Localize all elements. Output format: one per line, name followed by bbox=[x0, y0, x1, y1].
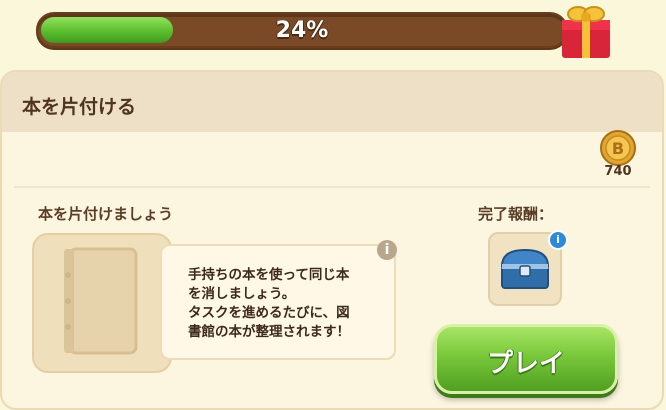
book-icon bbox=[64, 247, 138, 355]
description-line: を消しましょう。 bbox=[188, 286, 296, 302]
description-line: 手持ちの本を使って同じ本 bbox=[188, 267, 350, 283]
description-text: 手持ちの本を使って同じ本 を消しましょう。 タスクを進めるたびに、図 書館の本が… bbox=[188, 266, 388, 342]
divider bbox=[14, 186, 650, 188]
play-button[interactable]: プレイ bbox=[434, 324, 618, 394]
panel-title: 本を片付ける bbox=[22, 96, 137, 118]
coin-count: 740 bbox=[604, 164, 632, 179]
gift-icon[interactable] bbox=[552, 0, 620, 60]
coin-icon: B bbox=[598, 128, 638, 168]
svg-text:B: B bbox=[612, 139, 624, 158]
reward-label: 完了報酬： bbox=[478, 205, 554, 223]
play-button-label: プレイ bbox=[486, 349, 565, 379]
progress-percent-label: 24% bbox=[275, 18, 329, 43]
info-icon[interactable]: i bbox=[377, 240, 397, 260]
task-label: 本を片付けましょう bbox=[38, 205, 174, 223]
reward-info-icon[interactable]: i bbox=[548, 230, 568, 250]
description-line: 書館の本が整理されます！ bbox=[188, 324, 350, 340]
progress-bar: 24% bbox=[36, 12, 568, 48]
book-icon-box bbox=[32, 233, 172, 373]
description-line: タスクを進めるたびに、図 bbox=[188, 305, 350, 321]
